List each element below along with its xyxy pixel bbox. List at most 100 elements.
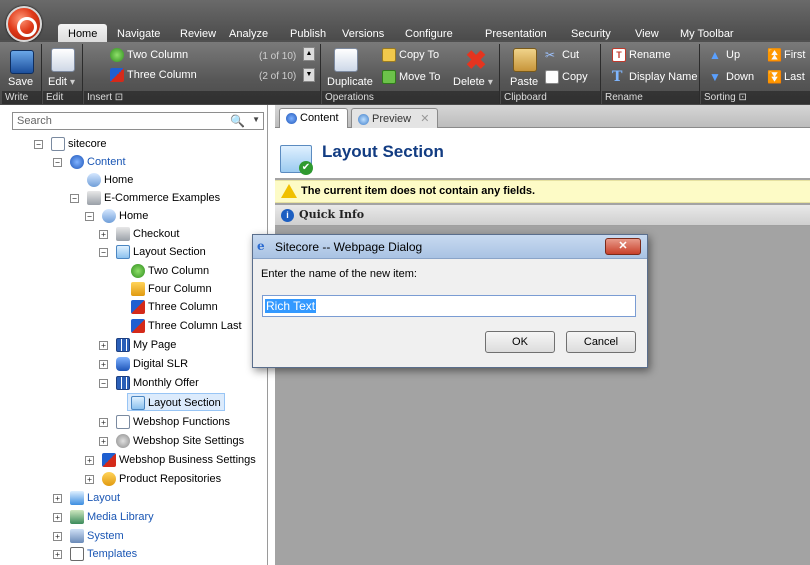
tab-my-toolbar[interactable]: My Toolbar	[680, 27, 734, 41]
sort-first-button[interactable]: ⏫ First	[767, 48, 805, 62]
tab-presentation[interactable]: Presentation	[485, 27, 547, 41]
expand-icon[interactable]: +	[99, 436, 108, 446]
tab-analyze[interactable]: Analyze	[229, 27, 268, 41]
insert-two-column[interactable]: Two Column	[110, 48, 188, 62]
search-input[interactable]: Search 🔍 ▼	[12, 112, 264, 130]
collapse-icon[interactable]: −	[53, 157, 62, 167]
copy-to-button[interactable]: Copy To	[382, 48, 439, 62]
tree-item-layout-section-selected[interactable]: Layout Section	[127, 393, 225, 411]
double-arrow-down-icon: ⏬	[767, 70, 782, 84]
tree-item-webshop-functions[interactable]: + Webshop Functions	[99, 413, 230, 431]
chevron-down-icon: ▾	[487, 77, 493, 88]
tree-item-media-library[interactable]: + Media Library	[53, 508, 154, 526]
tree-item-label: Checkout	[133, 228, 180, 240]
tab-content-label: Content	[300, 112, 339, 124]
expand-icon[interactable]: +	[85, 455, 94, 465]
tab-configure[interactable]: Configure	[405, 27, 453, 41]
expand-icon[interactable]: +	[53, 531, 62, 541]
dialog-launcher-icon[interactable]: ⊡	[738, 92, 746, 103]
tree-item-content[interactable]: − Content	[53, 153, 126, 171]
tree-item-sitecore[interactable]: − sitecore	[34, 135, 107, 153]
tree-item-webshop-site-settings[interactable]: + Webshop Site Settings	[99, 432, 244, 450]
insert-three-column[interactable]: Three Column	[110, 68, 197, 82]
tree-item-digital-slr[interactable]: + Digital SLR	[99, 355, 188, 373]
collapse-icon[interactable]: −	[70, 193, 79, 203]
tree-item-three-column-last[interactable]: Three Column Last	[131, 317, 242, 335]
expand-icon[interactable]: +	[53, 512, 62, 522]
delete-button[interactable]: Delete ▾	[453, 76, 493, 89]
tree-item-two-column[interactable]: Two Column	[131, 262, 209, 280]
page-title: Layout Section	[322, 142, 444, 161]
sort-last-label: Last	[784, 70, 805, 83]
tree-item-system[interactable]: + System	[53, 527, 124, 545]
search-icon[interactable]: 🔍	[230, 114, 245, 128]
expand-icon[interactable]: +	[53, 549, 62, 559]
ok-button[interactable]: OK	[485, 331, 555, 353]
move-to-button[interactable]: Move To	[382, 70, 440, 84]
tab-review[interactable]: Review	[180, 27, 216, 41]
quick-info-section[interactable]: i Quick Info	[275, 205, 810, 226]
save-button[interactable]: Save	[8, 76, 33, 89]
expand-icon[interactable]: +	[99, 340, 108, 350]
tab-preview[interactable]: Preview ✕	[351, 108, 439, 128]
tree-item-label: Webshop Business Settings	[119, 454, 256, 466]
tree-item-webshop-business-settings[interactable]: + Webshop Business Settings	[85, 451, 256, 469]
tree-item-three-column[interactable]: Three Column	[131, 298, 218, 316]
tree-item-my-page[interactable]: + My Page	[99, 336, 176, 354]
expand-icon[interactable]: +	[53, 493, 62, 503]
dialog-titlebar[interactable]: e Sitecore -- Webpage Dialog ✕	[253, 235, 647, 259]
expand-icon[interactable]: +	[99, 229, 108, 239]
duplicate-button[interactable]: Duplicate	[327, 76, 373, 89]
collapse-icon[interactable]: −	[99, 378, 108, 388]
tab-versions[interactable]: Versions	[342, 27, 384, 41]
sort-down-button[interactable]: ▼ Down	[709, 70, 754, 84]
cancel-button[interactable]: Cancel	[566, 331, 636, 353]
warning-icon	[281, 184, 297, 198]
item-name-input[interactable]: Rich Text	[262, 295, 636, 317]
collapse-icon[interactable]: −	[34, 139, 43, 149]
arrow-up-icon: ▲	[709, 48, 721, 62]
tab-security[interactable]: Security	[571, 27, 611, 41]
dialog-launcher-icon[interactable]: ⊡	[115, 92, 123, 103]
close-icon[interactable]: ✕	[420, 113, 429, 125]
tab-content[interactable]: Content	[279, 108, 348, 128]
tree-item-templates[interactable]: + Templates	[53, 545, 137, 563]
tab-view[interactable]: View	[635, 27, 659, 41]
collapse-icon[interactable]: −	[99, 247, 108, 257]
copy-label: Copy	[562, 70, 588, 83]
dialog-close-button[interactable]: ✕	[605, 238, 641, 255]
display-name-button[interactable]: T Display Name	[612, 70, 697, 84]
expand-icon[interactable]: +	[85, 474, 94, 484]
tree-item-home[interactable]: Home	[87, 171, 133, 189]
scroll-up-button[interactable]: ▲	[303, 47, 315, 61]
edit-button[interactable]: Edit ▾	[48, 76, 75, 89]
edit-label: Edit	[48, 76, 67, 88]
tree-item-layout-section[interactable]: − Layout Section	[99, 243, 206, 261]
tree-item-layout[interactable]: + Layout	[53, 489, 120, 507]
sort-last-button[interactable]: ⏬ Last	[767, 70, 805, 84]
tree-item-ecommerce-home[interactable]: − Home	[85, 207, 148, 225]
copy-button[interactable]: Copy	[545, 70, 588, 84]
three-column-icon	[110, 68, 124, 82]
expand-icon[interactable]: +	[99, 359, 108, 369]
paste-button[interactable]: Paste	[510, 76, 538, 89]
tree-item-monthly-offer[interactable]: − Monthly Offer	[99, 374, 199, 392]
sort-up-button[interactable]: ▲ Up	[709, 48, 740, 62]
tab-home[interactable]: Home	[58, 24, 108, 42]
tree-item-label: Home	[104, 174, 134, 186]
grid-page-icon	[116, 338, 130, 353]
expand-icon[interactable]: +	[99, 417, 108, 427]
tab-navigate[interactable]: Navigate	[117, 27, 160, 41]
insert-count-1: (1 of 10)	[259, 51, 297, 62]
collapse-icon[interactable]: −	[85, 211, 94, 221]
rename-button[interactable]: T Rename	[612, 48, 671, 62]
chevron-down-icon[interactable]: ▼	[252, 115, 260, 124]
scroll-down-button[interactable]: ▼	[303, 68, 315, 82]
tree-item-checkout[interactable]: + Checkout	[99, 225, 179, 243]
tab-publish[interactable]: Publish	[290, 27, 326, 41]
app-menu-orb-icon[interactable]	[6, 6, 42, 42]
tree-item-four-column[interactable]: Four Column	[131, 280, 212, 298]
cut-button[interactable]: ✂ Cut	[545, 48, 579, 62]
tree-item-ecommerce-examples[interactable]: − E-Commerce Examples	[70, 189, 220, 207]
tree-item-product-repositories[interactable]: + Product Repositories	[85, 470, 221, 488]
